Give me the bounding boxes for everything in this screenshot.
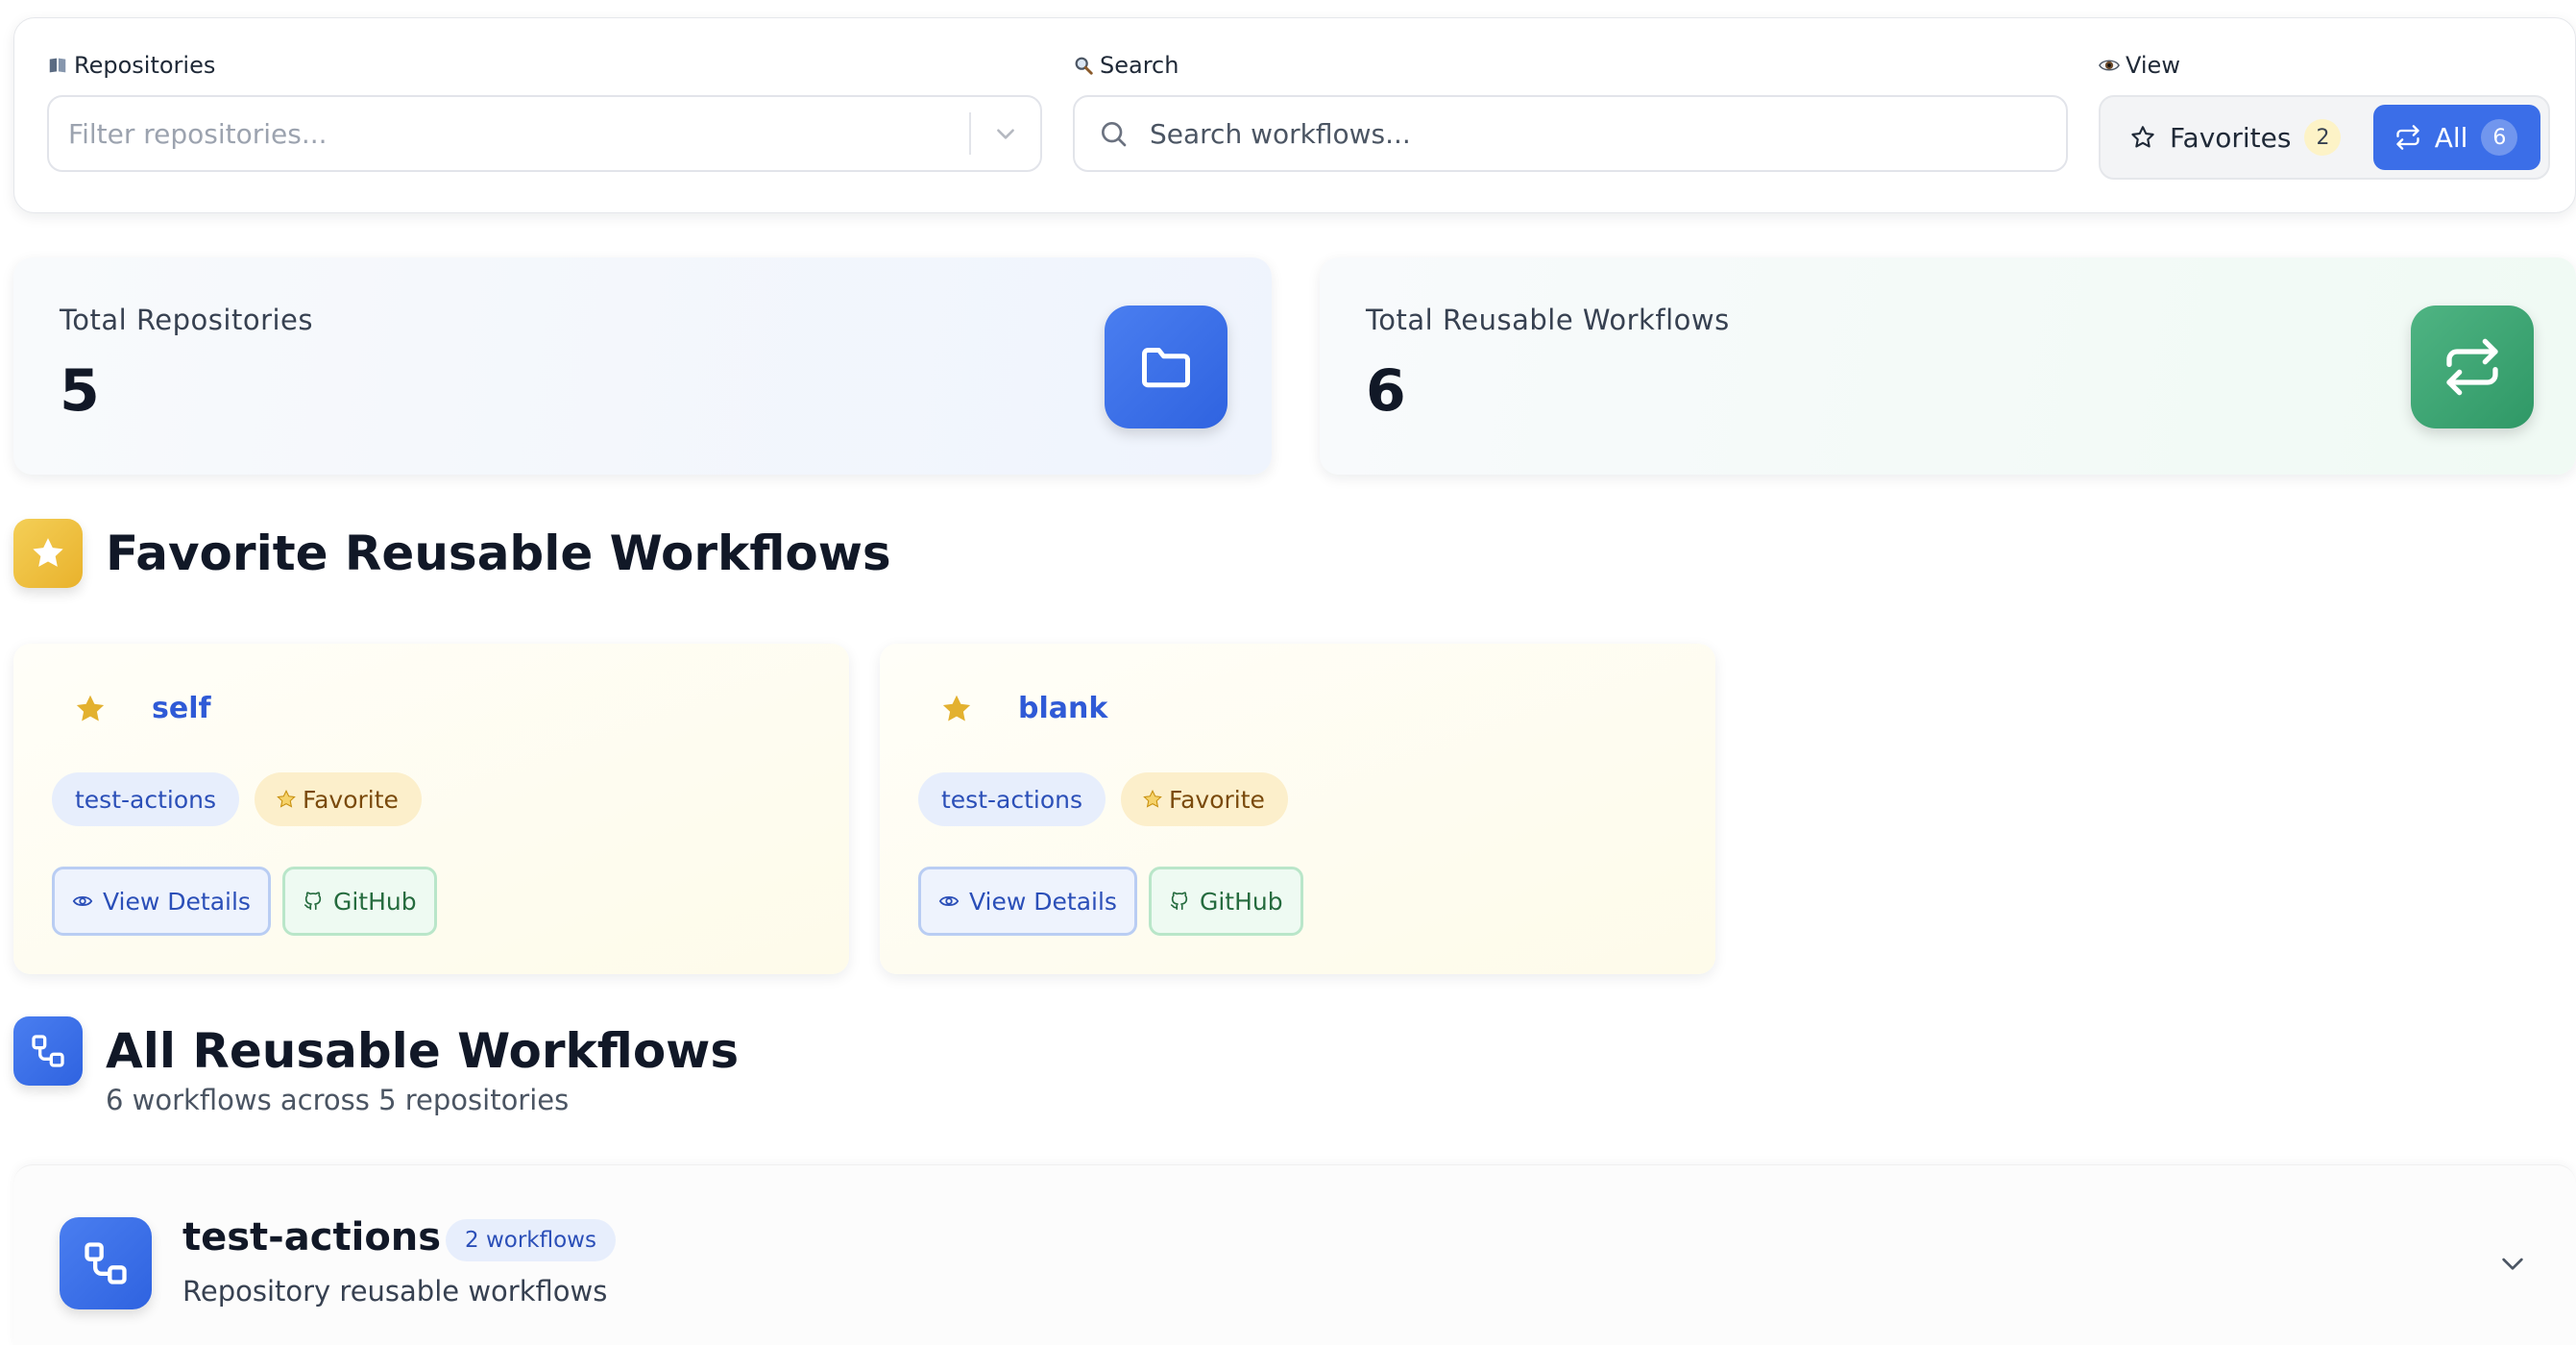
workflow-count-badge: 2 workflows: [446, 1219, 616, 1261]
repository-group-header[interactable]: test-actions 2 workflows Repository reus…: [13, 1164, 2576, 1345]
total-repositories-card: Total Repositories 5: [13, 257, 1272, 475]
favorite-workflow-card: self test-actions Favorite View Details …: [13, 644, 849, 974]
github-button[interactable]: GitHub: [1148, 867, 1303, 936]
eye-icon: [2099, 60, 2120, 71]
view-label-text: View: [2126, 52, 2180, 79]
favorites-section-title: Favorite Reusable Workflows: [106, 526, 891, 581]
total-workflows-value: 6: [1366, 357, 1406, 425]
book-icon: [49, 58, 66, 73]
total-repositories-label: Total Repositories: [60, 304, 313, 336]
search-label: Search: [1073, 51, 2068, 80]
repositories-select[interactable]: Filter repositories...: [47, 95, 1042, 172]
chevron-down-icon[interactable]: [971, 121, 1040, 146]
workflow-name-link[interactable]: blank: [1018, 692, 1107, 725]
favorite-star-icon[interactable]: [73, 692, 108, 730]
github-label: GitHub: [1199, 887, 1283, 916]
repository-tag: test-actions: [52, 772, 240, 826]
repositories-label: Repositories: [47, 51, 1042, 80]
eye-icon: [938, 895, 960, 907]
workflow-name-link[interactable]: self: [152, 692, 211, 725]
github-label: GitHub: [332, 887, 417, 916]
all-count-badge: 6: [2481, 119, 2518, 156]
repeat-icon: [2396, 125, 2419, 150]
repositories-label-text: Repositories: [74, 52, 216, 79]
favorites-view-label: Favorites: [2170, 121, 2292, 154]
all-view-button[interactable]: All 6: [2372, 105, 2540, 170]
star-badge-icon: [277, 790, 296, 808]
view-details-label: View Details: [103, 887, 251, 916]
folder-icon: [1105, 306, 1227, 428]
github-button[interactable]: GitHub: [281, 867, 437, 936]
workflow-icon: [60, 1217, 152, 1309]
repositories-select-placeholder: Filter repositories...: [68, 117, 328, 150]
total-workflows-card: Total Reusable Workflows 6: [1320, 257, 2576, 475]
view-filter-group: View Favorites 2 All 6: [2099, 51, 2550, 180]
magnifier-icon: [1075, 57, 1093, 75]
chevron-down-icon[interactable]: [2497, 1248, 2528, 1283]
star-icon: [13, 519, 83, 588]
github-icon: [1170, 892, 1188, 911]
view-label: View: [2099, 51, 2550, 80]
favorite-workflow-card: blank test-actions Favorite View Details…: [880, 644, 1715, 974]
repository-tag: test-actions: [918, 772, 1106, 826]
card-actions: View Details GitHub: [52, 867, 437, 936]
favorites-section-header: Favorite Reusable Workflows: [13, 519, 891, 588]
card-tags: test-actions Favorite: [918, 772, 1288, 826]
star-badge-icon: [1143, 790, 1162, 808]
github-icon: [304, 892, 322, 911]
view-details-button[interactable]: View Details: [918, 867, 1137, 936]
view-details-button[interactable]: View Details: [52, 867, 271, 936]
filter-bar: Repositories Filter repositories... Sear…: [13, 17, 2576, 213]
repository-name: test-actions: [182, 1215, 442, 1259]
total-repositories-value: 5: [60, 357, 100, 425]
all-workflows-section-title: All Reusable Workflows: [106, 1023, 740, 1079]
favorite-tag-label: Favorite: [303, 785, 399, 814]
workflow-icon: [13, 1016, 83, 1086]
all-workflows-section-subtitle: 6 workflows across 5 repositories: [106, 1084, 570, 1116]
search-label-text: Search: [1100, 52, 1179, 79]
all-view-label: All: [2434, 121, 2468, 154]
eye-icon: [72, 895, 93, 907]
view-toggle: Favorites 2 All 6: [2099, 95, 2550, 180]
favorite-tag: Favorite: [255, 772, 422, 826]
search-input[interactable]: [1150, 117, 2066, 150]
favorites-view-button[interactable]: Favorites 2: [2108, 105, 2366, 170]
search-filter-group: Search: [1073, 51, 2068, 172]
search-icon: [1102, 121, 1127, 147]
all-workflows-section-header: All Reusable Workflows 6 workflows acros…: [13, 1016, 739, 1116]
star-outline-icon: [2131, 126, 2154, 148]
repository-description: Repository reusable workflows: [182, 1275, 608, 1308]
favorite-tag-label: Favorite: [1169, 785, 1265, 814]
repeat-icon: [2411, 306, 2534, 428]
total-workflows-label: Total Reusable Workflows: [1366, 304, 1730, 336]
view-details-label: View Details: [969, 887, 1117, 916]
favorites-count-badge: 2: [2304, 119, 2342, 156]
repositories-filter-group: Repositories Filter repositories...: [47, 51, 1042, 172]
favorite-tag: Favorite: [1121, 772, 1288, 826]
favorite-star-icon[interactable]: [939, 692, 974, 730]
card-actions: View Details GitHub: [918, 867, 1303, 936]
card-tags: test-actions Favorite: [52, 772, 422, 826]
search-box: [1073, 95, 2068, 172]
